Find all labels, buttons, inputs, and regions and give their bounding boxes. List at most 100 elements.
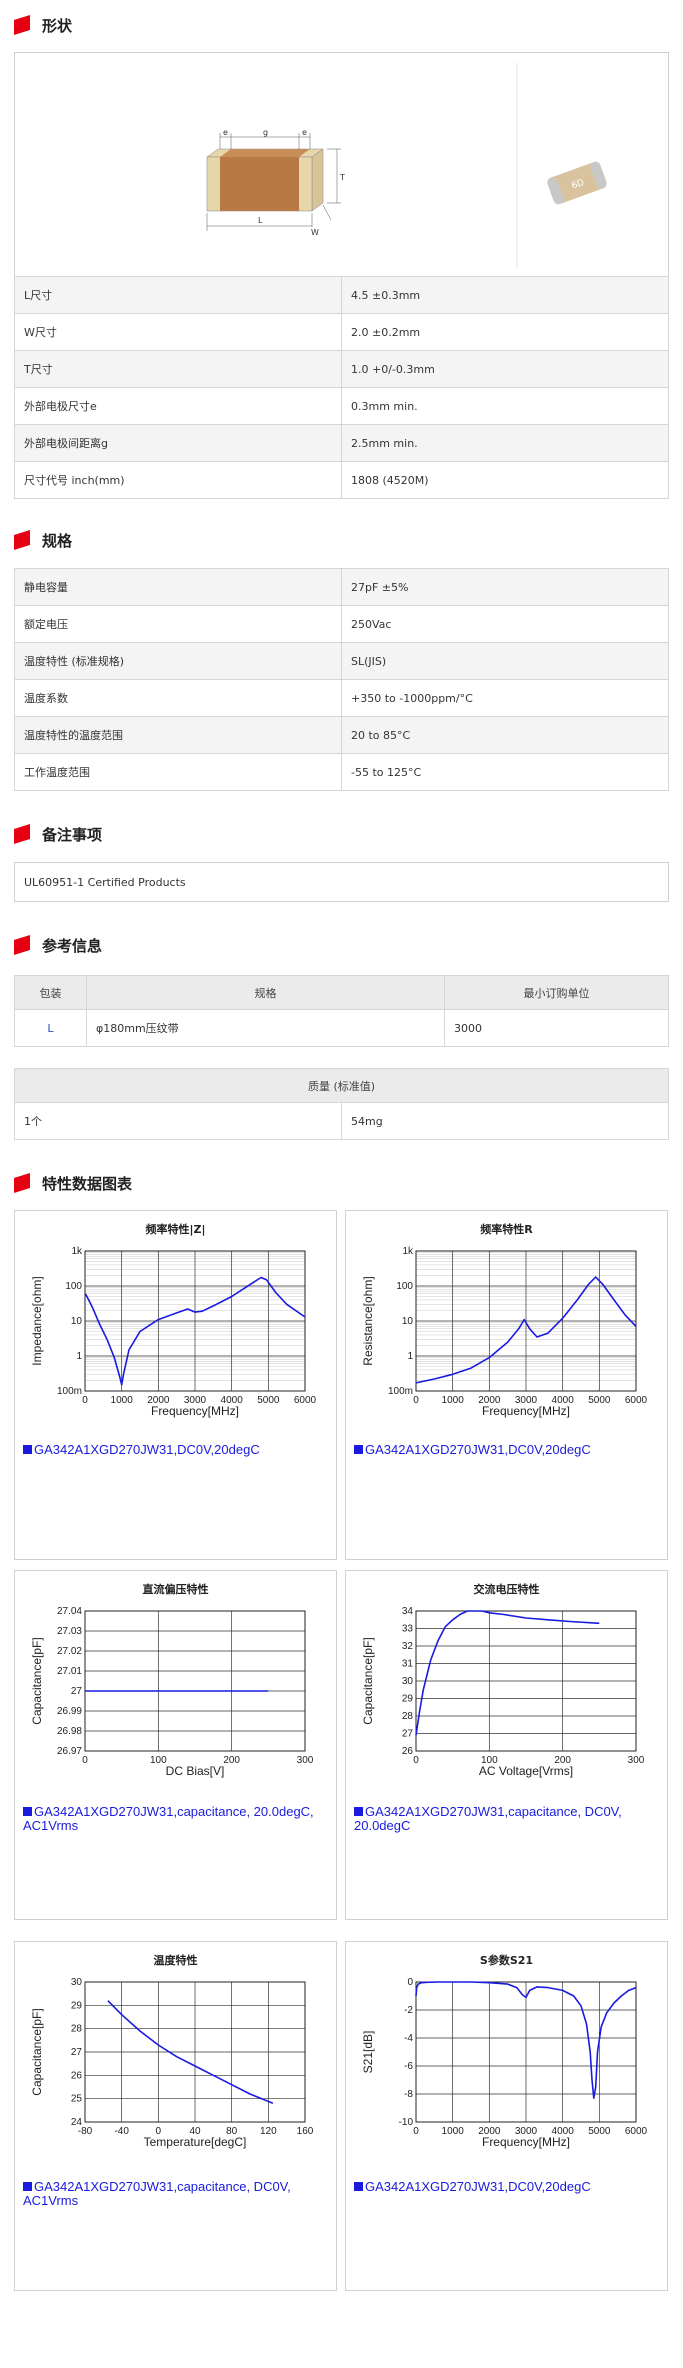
table-row: T尺寸 1.0 +0/-0.3mm xyxy=(14,350,669,388)
table-row: 外部电极间距离g 2.5mm min. xyxy=(14,424,669,462)
x-axis-label: Temperature[degC] xyxy=(144,2135,247,2149)
x-tick-label: 0 xyxy=(82,1755,88,1766)
y-tick-label: 10 xyxy=(402,1316,414,1327)
section-header-shape: 形状 xyxy=(14,12,72,38)
dimensions-table: L尺寸 4.5 ±0.3mm W尺寸 2.0 ±0.2mm T尺寸 1.0 +0/-0… xyxy=(14,276,669,499)
y-tick-label: 10 xyxy=(71,1316,83,1327)
y-tick-label: 1 xyxy=(407,1351,413,1362)
section-title: 形状 xyxy=(42,16,73,35)
mass-table-wrap: 质量 (标准值) 1个 54mg xyxy=(14,1068,669,1140)
table-row: Lφ180mm压纹带 3000 xyxy=(14,1009,669,1047)
chart-svg: 0 100 200 300262728293031323334AC Voltage[V… xyxy=(361,1606,645,1778)
y-tick-label: 100m xyxy=(57,1386,82,1397)
chart-dc-bias: 直流偏压特性 0 100 200 300 26.97 26.98 26.99 27 27.01 27… xyxy=(14,1570,337,1920)
x-axis-label: Frequency[MHz] xyxy=(482,1404,570,1418)
section-header-charts: 特性数据图表 xyxy=(14,1170,132,1196)
table-row: 温度系数 +350 to -1000ppm/°C xyxy=(14,679,669,717)
chart-svg: 0 1000 2000 3000 4000 5000 6000100m1101001kFre… xyxy=(30,1246,317,1418)
chart-svg: 0 1000 2000 3000 4000 5000 6000-10-8-6-4-20Fre… xyxy=(361,1977,648,2149)
chart-legend: GA342A1XGD270JW31,DC0V,20degC xyxy=(23,1443,323,1457)
chart-temperature: 温度特性 -80 -40 0 40 80 120 160 24 25 26 27 28 29 30 Tempe… xyxy=(14,1941,337,2291)
table-row: 工作温度范围 -55 to 125°C xyxy=(14,753,669,791)
y-tick-label: 0 xyxy=(407,1977,413,1988)
spec-table: 静电容量 27pF ±5% 额定电压 250Vac 温度特性 (标准规格) SL(JI… xyxy=(14,568,669,791)
x-tick-label: 0 xyxy=(82,1395,88,1406)
x-tick-label: 6000 xyxy=(625,2126,648,2137)
section-title: 参考信息 xyxy=(42,936,103,955)
legend-swatch-icon xyxy=(354,1445,363,1454)
chart-svg: -80 -40 0 40 80 120 16024252627282930Temperatu… xyxy=(30,1977,314,2149)
label-g: g xyxy=(263,128,268,137)
y-tick-label: 1k xyxy=(402,1246,414,1257)
section-header-spec: 规格 xyxy=(14,527,72,553)
y-tick-label: 27.01 xyxy=(57,1666,82,1677)
y-tick-label: 100m xyxy=(388,1386,413,1397)
y-tick-label: -4 xyxy=(404,2033,413,2044)
table-header-row: 质量 (标准值) xyxy=(14,1068,669,1103)
y-tick-label: 27 xyxy=(402,1729,414,1740)
y-tick-label: 27.04 xyxy=(57,1606,82,1617)
x-tick-label: 200 xyxy=(223,1755,240,1766)
packaging-table-wrap: 包装 规格 最小订购单位 Lφ180mm压纹带 3000 xyxy=(14,975,669,1047)
notes-text: UL60951-1 Certified Products xyxy=(24,875,186,889)
x-tick-label: 5000 xyxy=(257,1395,280,1406)
packaging-table: 包装 规格 最小订购单位 Lφ180mm压纹带 3000 xyxy=(14,975,669,1047)
legend-swatch-icon xyxy=(354,2182,363,2191)
y-tick-label: 29 xyxy=(71,2000,83,2011)
y-tick-label: 28 xyxy=(402,1711,414,1722)
y-tick-label: -10 xyxy=(399,2117,414,2128)
x-axis-label: Frequency[MHz] xyxy=(482,2135,570,2149)
y-tick-label: 34 xyxy=(402,1606,414,1617)
x-tick-label: 100 xyxy=(150,1755,167,1766)
y-tick-label: 26.97 xyxy=(57,1746,82,1757)
x-tick-label: 5000 xyxy=(588,1395,611,1406)
y-tick-label: 27 xyxy=(71,1686,83,1697)
y-tick-label: -2 xyxy=(404,2005,413,2016)
y-tick-label: 24 xyxy=(71,2117,83,2128)
y-tick-label: 32 xyxy=(402,1641,414,1652)
x-tick-label: 6000 xyxy=(294,1395,317,1406)
series-line xyxy=(415,1610,600,1736)
section-header-notes: 备注事项 xyxy=(14,821,102,847)
y-axis-label: Capacitance[pF] xyxy=(361,1637,375,1724)
y-tick-label: 27 xyxy=(71,2047,83,2058)
y-tick-label: 29 xyxy=(402,1694,414,1705)
mass-table: 质量 (标准值) 1个 54mg xyxy=(14,1068,669,1140)
label-e-left: e xyxy=(223,128,228,137)
legend-swatch-icon xyxy=(23,1807,32,1816)
section-flag-icon xyxy=(14,530,30,550)
legend-swatch-icon xyxy=(23,2182,32,2191)
table-row: 额定电压 250Vac xyxy=(14,605,669,643)
y-tick-label: 33 xyxy=(402,1624,414,1635)
chart-legend: GA342A1XGD270JW31,capacitance, DC0V, 20.… xyxy=(354,1804,622,1833)
y-tick-label: 28 xyxy=(71,2024,83,2035)
table-row: 外部电极尺寸e 0.3mm min. xyxy=(14,387,669,425)
chart-s21: S参数S21 0 1000 2000 3000 4000 5000 6000 -10 -8 -6 -4… xyxy=(345,1941,668,2291)
chart-legend: GA342A1XGD270JW31,DC0V,20degC xyxy=(354,2180,654,2194)
x-tick-label: 300 xyxy=(297,1755,314,1766)
x-tick-label: 1000 xyxy=(111,1395,134,1406)
y-tick-label: 31 xyxy=(402,1659,414,1670)
chip-photo: 6D xyxy=(547,161,607,205)
label-W: W xyxy=(311,228,319,237)
chart-legend: GA342A1XGD270JW31,capacitance, DC0V, AC1… xyxy=(23,2179,291,2208)
legend-swatch-icon xyxy=(354,1807,363,1816)
y-tick-label: 30 xyxy=(402,1676,414,1687)
table-row: L尺寸 4.5 ±0.3mm xyxy=(14,276,669,314)
y-tick-label: 26.99 xyxy=(57,1706,82,1717)
packaging-code-link[interactable]: L xyxy=(14,1009,87,1047)
legend-swatch-icon xyxy=(23,1445,32,1454)
chip-dimension-drawing: e g e T W L 6D xyxy=(206,63,607,268)
chart-ac-voltage: 交流电压特性 0 100 200 300 26 27 28 29 30 31 32 33 34 AC Vol… xyxy=(345,1570,668,1920)
y-tick-label: -8 xyxy=(404,2089,413,2100)
y-tick-label: 25 xyxy=(71,2094,83,2105)
section-title: 规格 xyxy=(42,531,73,550)
y-axis-label: Capacitance[pF] xyxy=(30,2008,44,2095)
table-row: 温度特性的温度范围 20 to 85°C xyxy=(14,716,669,754)
y-tick-label: 1 xyxy=(76,1351,82,1362)
section-title: 特性数据图表 xyxy=(42,1174,133,1193)
x-tick-label: 1000 xyxy=(442,2126,465,2137)
chart-svg: 0 1000 2000 3000 4000 5000 6000100m1101001kFre… xyxy=(361,1246,648,1418)
chart-impedance: 频率特性|Z| 0 1000 2000 3000 4000 5000 6000 100m 1 10 1… xyxy=(14,1210,337,1560)
label-L: L xyxy=(258,216,263,225)
